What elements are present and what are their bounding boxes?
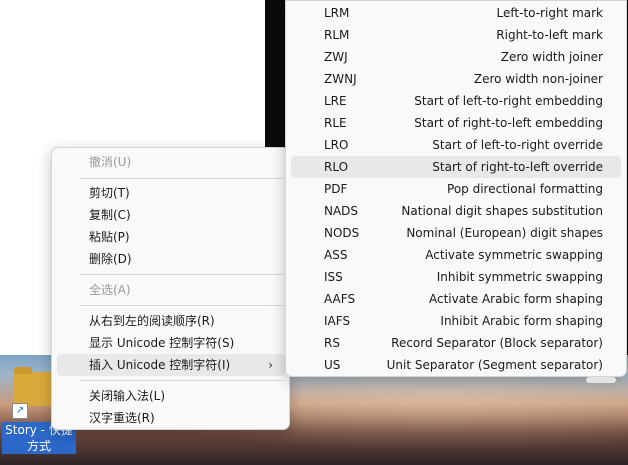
menu-item-undo[interactable]: 撤消(U) bbox=[57, 151, 285, 173]
control-desc: Record Separator (Block separator) bbox=[391, 336, 603, 350]
control-code: LRM bbox=[324, 6, 350, 20]
submenu-item-rlm[interactable]: RLM Right-to-left mark bbox=[291, 24, 621, 46]
menu-item-paste[interactable]: 粘贴(P) bbox=[57, 226, 285, 248]
control-desc: Start of left-to-right override bbox=[432, 138, 603, 152]
scrollbar[interactable] bbox=[586, 377, 616, 383]
menu-item-rtl-reading-order[interactable]: 从右到左的阅读顺序(R) bbox=[57, 310, 285, 332]
menu-separator bbox=[80, 274, 284, 275]
control-code: RLE bbox=[324, 116, 347, 130]
menu-item-close-ime[interactable]: 关闭输入法(L) bbox=[57, 385, 285, 407]
submenu-item-iss[interactable]: ISS Inhibit symmetric swapping bbox=[291, 266, 621, 288]
control-code: LRE bbox=[324, 94, 347, 108]
control-desc: Right-to-left mark bbox=[496, 28, 603, 42]
submenu-item-ass[interactable]: ASS Activate symmetric swapping bbox=[291, 244, 621, 266]
menu-separator bbox=[80, 178, 284, 179]
submenu-item-nods[interactable]: NODS Nominal (European) digit shapes bbox=[291, 222, 621, 244]
menu-item-label: 插入 Unicode 控制字符(I) bbox=[89, 358, 231, 372]
control-code: RLO bbox=[324, 160, 349, 174]
menu-item-select-all[interactable]: 全选(A) bbox=[57, 279, 285, 301]
control-code: RLM bbox=[324, 28, 350, 42]
control-code: IAFS bbox=[324, 314, 351, 328]
shortcut-arrow-icon: ↗ bbox=[12, 403, 28, 419]
control-desc: Inhibit symmetric swapping bbox=[436, 270, 603, 284]
submenu-item-iafs[interactable]: IAFS Inhibit Arabic form shaping bbox=[291, 310, 621, 332]
control-desc: Activate symmetric swapping bbox=[425, 248, 603, 262]
control-code: RS bbox=[324, 336, 340, 350]
control-desc: National digit shapes substitution bbox=[401, 204, 603, 218]
submenu-item-lre[interactable]: LRE Start of left-to-right embedding bbox=[291, 90, 621, 112]
submenu-item-rs[interactable]: RS Record Separator (Block separator) bbox=[291, 332, 621, 354]
folder-icon[interactable] bbox=[14, 367, 56, 406]
chevron-right-icon: › bbox=[268, 358, 273, 372]
control-desc: Inhibit Arabic form shaping bbox=[440, 314, 603, 328]
submenu-item-us[interactable]: US Unit Separator (Segment separator) bbox=[291, 354, 621, 376]
control-desc: Unit Separator (Segment separator) bbox=[386, 358, 603, 372]
submenu-item-rle[interactable]: RLE Start of right-to-left embedding bbox=[291, 112, 621, 134]
control-code: PDF bbox=[324, 182, 348, 196]
menu-item-cut[interactable]: 剪切(T) bbox=[57, 182, 285, 204]
control-code: ZWNJ bbox=[324, 72, 357, 86]
control-code: NADS bbox=[324, 204, 359, 218]
submenu-item-lro[interactable]: LRO Start of left-to-right override bbox=[291, 134, 621, 156]
menu-separator bbox=[80, 380, 284, 381]
submenu-item-nads[interactable]: NADS National digit shapes substitution bbox=[291, 200, 621, 222]
menu-item-reconvert[interactable]: 汉字重选(R) bbox=[57, 407, 285, 429]
control-desc: Start of right-to-left embedding bbox=[414, 116, 603, 130]
control-code: ISS bbox=[324, 270, 343, 284]
unicode-control-submenu: LRM Left-to-right mark RLM Right-to-left… bbox=[285, 0, 627, 377]
menu-item-delete[interactable]: 删除(D) bbox=[57, 248, 285, 270]
control-code: NODS bbox=[324, 226, 360, 240]
submenu-item-zwnj[interactable]: ZWNJ Zero width non-joiner bbox=[291, 68, 621, 90]
control-desc: Start of left-to-right embedding bbox=[414, 94, 603, 108]
control-code: ZWJ bbox=[324, 50, 348, 64]
menu-separator bbox=[80, 305, 284, 306]
submenu-item-zwj[interactable]: ZWJ Zero width joiner bbox=[291, 46, 621, 68]
control-desc: Left-to-right mark bbox=[496, 6, 603, 20]
submenu-item-lrm[interactable]: LRM Left-to-right mark bbox=[291, 2, 621, 24]
control-desc: Activate Arabic form shaping bbox=[428, 292, 603, 306]
control-code: ASS bbox=[324, 248, 348, 262]
submenu-item-rlo[interactable]: RLO Start of right-to-left override bbox=[291, 156, 621, 178]
control-desc: Nominal (European) digit shapes bbox=[406, 226, 603, 240]
submenu-item-aafs[interactable]: AAFS Activate Arabic form shaping bbox=[291, 288, 621, 310]
control-code: AAFS bbox=[324, 292, 356, 306]
desktop-icon-label-line2: 方式 bbox=[26, 439, 51, 453]
menu-item-show-unicode-control[interactable]: 显示 Unicode 控制字符(S) bbox=[57, 332, 285, 354]
menu-item-insert-unicode-control[interactable]: 插入 Unicode 控制字符(I) › bbox=[57, 354, 285, 376]
context-menu: 撤消(U) 剪切(T) 复制(C) 粘贴(P) 删除(D) 全选(A) 从右到左… bbox=[51, 147, 290, 430]
control-desc: Zero width non-joiner bbox=[473, 72, 603, 86]
control-code: LRO bbox=[324, 138, 349, 152]
control-code: US bbox=[324, 358, 341, 372]
control-desc: Pop directional formatting bbox=[447, 182, 603, 196]
menu-item-copy[interactable]: 复制(C) bbox=[57, 204, 285, 226]
control-desc: Zero width joiner bbox=[500, 50, 603, 64]
submenu-item-pdf[interactable]: PDF Pop directional formatting bbox=[291, 178, 621, 200]
control-desc: Start of right-to-left override bbox=[432, 160, 603, 174]
